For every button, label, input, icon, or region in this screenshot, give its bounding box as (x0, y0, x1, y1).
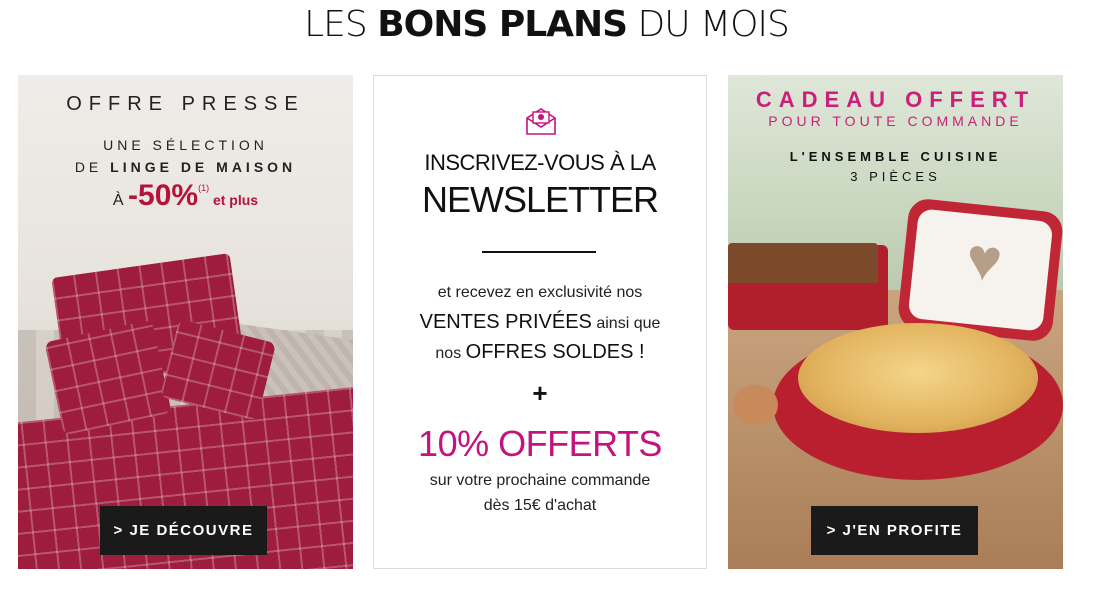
envelope-flower-icon (526, 108, 556, 135)
loaf-image (728, 243, 878, 283)
offer-discount: À -50%(1) et plus (18, 179, 353, 213)
gift-subheading: POUR TOUTE COMMANDE (768, 113, 1023, 129)
divider (482, 251, 596, 253)
offer-condition-2: dès 15€ d'achat (483, 497, 597, 514)
newsletter-benefit-1: VENTES PRIVÉES ainsi que (374, 311, 706, 334)
offer-discount-pre: À (112, 192, 129, 209)
apple-tart-image (798, 323, 1038, 433)
discover-button[interactable]: > JE DÉCOUVRE (100, 506, 267, 555)
page-title: LES BONS PLANS DU MOIS (0, 4, 1093, 45)
page-title-bold: BONS PLANS (377, 4, 628, 45)
benefit-1-small: ainsi que (591, 315, 661, 332)
newsletter-intro: et recevez en exclusivité nos (437, 284, 643, 301)
oven-mitt-image: ♥ (896, 197, 1063, 343)
benefit-1-main: VENTES PRIVÉES (419, 311, 592, 333)
benefit-2-small: nos (435, 345, 466, 362)
benefit-2-main: OFFRES SOLDES ! (465, 341, 645, 363)
page-title-post: DU MOIS (627, 4, 790, 45)
gift-product-detail: 3 PIÈCES (850, 169, 941, 184)
page-title-pre: LES (304, 4, 378, 45)
offer-subline: UNE SÉLECTION (103, 137, 268, 153)
offer-category: DE LINGE DE MAISON (18, 159, 353, 175)
offer-footnote-ref: (1) (198, 183, 210, 193)
heart-icon: ♥ (962, 224, 1006, 295)
claim-gift-button[interactable]: > J'EN PROFITE (811, 506, 978, 555)
gift-product: L'ENSEMBLE CUISINE (789, 149, 1002, 164)
promo-card-gift[interactable]: ♥ CADEAU OFFERT POUR TOUTE COMMANDE L'EN… (728, 75, 1063, 569)
offer-heading: OFFRE PRESSE (66, 93, 305, 115)
newsletter-kicker: INSCRIVEZ-VOUS À LA (424, 150, 656, 175)
offer-category-bold: LINGE DE MAISON (110, 159, 297, 175)
offer-condition-1: sur votre prochaine commande (429, 472, 651, 489)
newsletter-card[interactable]: INSCRIVEZ-VOUS À LA NEWSLETTER et receve… (373, 75, 707, 569)
offer-category-pre: DE (74, 159, 111, 175)
newsletter-benefit-2: nos OFFRES SOLDES ! (374, 341, 706, 364)
offer-discount-pct: -50% (128, 179, 199, 212)
newsletter-title: NEWSLETTER (421, 179, 659, 220)
plus-sign: + (532, 378, 548, 408)
gift-heading: CADEAU OFFERT (755, 87, 1036, 112)
egg-image (733, 385, 778, 425)
offer-discount-post: et plus (209, 192, 259, 208)
newsletter-offer: 10% OFFERTS (418, 423, 662, 464)
promo-card-linge[interactable]: OFFRE PRESSE UNE SÉLECTION DE LINGE DE M… (18, 75, 353, 569)
